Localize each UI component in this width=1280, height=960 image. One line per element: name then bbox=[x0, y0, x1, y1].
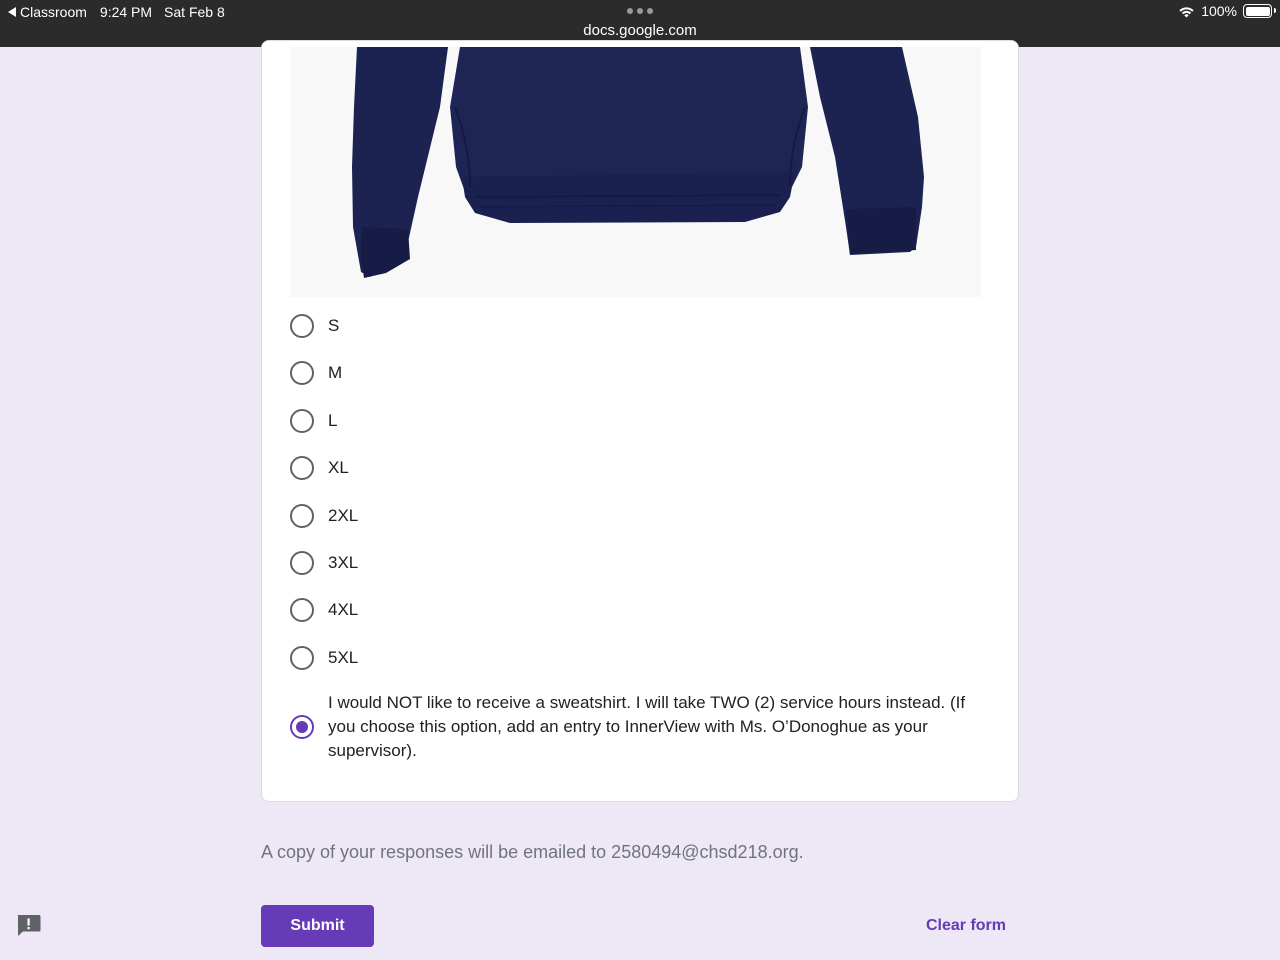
option-label: 3XL bbox=[328, 553, 359, 572]
option-3xl[interactable]: 3XL bbox=[290, 551, 358, 575]
email-copy-note: A copy of your responses will be emailed… bbox=[261, 842, 804, 862]
option-label: M bbox=[328, 363, 343, 382]
option-label: 4XL bbox=[328, 600, 359, 619]
option-label: S bbox=[328, 316, 340, 335]
radio-icon[interactable] bbox=[290, 598, 314, 622]
submit-button[interactable]: Submit bbox=[261, 905, 374, 947]
status-date: Sat Feb 8 bbox=[164, 4, 225, 20]
option-xl[interactable]: XL bbox=[290, 456, 349, 480]
sweatshirt-image bbox=[290, 47, 981, 297]
option-4xl[interactable]: 4XL bbox=[290, 598, 358, 622]
radio-icon[interactable] bbox=[290, 646, 314, 670]
back-arrow-icon bbox=[8, 7, 16, 17]
report-feedback-icon[interactable] bbox=[16, 914, 41, 937]
option-m[interactable]: M bbox=[290, 361, 342, 385]
option-l[interactable]: L bbox=[290, 409, 337, 433]
option-label: 2XL bbox=[328, 506, 359, 525]
radio-icon[interactable] bbox=[290, 314, 314, 338]
option-no-sweatshirt[interactable]: I would NOT like to receive a sweatshirt… bbox=[290, 691, 988, 763]
radio-icon[interactable] bbox=[290, 504, 314, 528]
option-5xl[interactable]: 5XL bbox=[290, 646, 358, 670]
url-label[interactable]: docs.google.com bbox=[0, 22, 1280, 39]
radio-selected-icon[interactable] bbox=[290, 715, 314, 739]
back-to-app-button[interactable]: Classroom bbox=[8, 4, 87, 20]
option-label: XL bbox=[328, 458, 349, 477]
clear-form-button[interactable]: Clear form bbox=[912, 905, 1020, 947]
status-right: 100% bbox=[1178, 3, 1276, 19]
radio-icon[interactable] bbox=[290, 551, 314, 575]
battery-icon bbox=[1243, 4, 1276, 18]
option-s[interactable]: S bbox=[290, 314, 339, 338]
radio-icon[interactable] bbox=[290, 456, 314, 480]
status-time: 9:24 PM bbox=[99, 4, 153, 20]
option-label: 5XL bbox=[328, 648, 359, 667]
wifi-icon bbox=[1179, 6, 1194, 17]
back-app-label: Classroom bbox=[20, 4, 87, 20]
option-2xl[interactable]: 2XL bbox=[290, 504, 358, 528]
option-label: L bbox=[328, 411, 338, 430]
option-label: I would NOT like to receive a sweatshirt… bbox=[328, 693, 966, 760]
battery-percent: 100% bbox=[1201, 3, 1237, 19]
more-options-icon[interactable] bbox=[627, 8, 653, 14]
status-left: Classroom 9:24 PM Sat Feb 8 bbox=[8, 4, 225, 20]
radio-icon[interactable] bbox=[290, 361, 314, 385]
radio-icon[interactable] bbox=[290, 409, 314, 433]
